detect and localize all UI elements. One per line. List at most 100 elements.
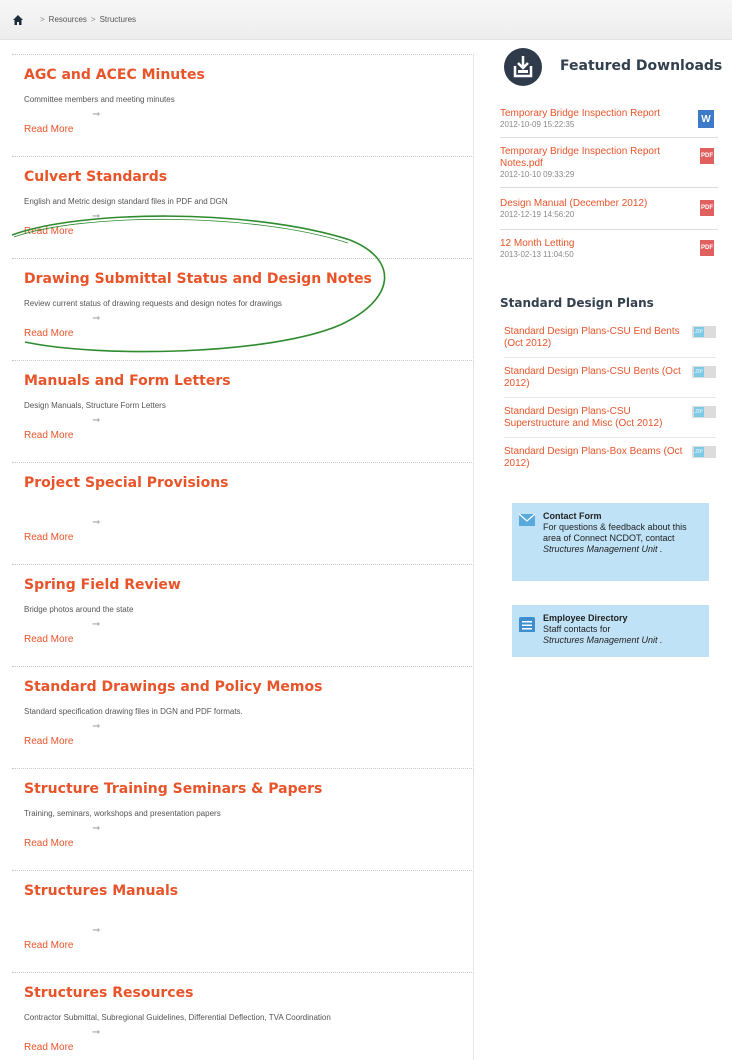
breadcrumb: > Resources > Structures: [0, 0, 732, 40]
download-item: Temporary Bridge Inspection Report Notes…: [500, 146, 718, 188]
word-file-icon: W: [698, 110, 714, 128]
download-link[interactable]: Temporary Bridge Inspection Report Notes…: [500, 146, 680, 170]
list-icon: [519, 617, 535, 632]
item-description: Bridge photos around the state: [24, 605, 134, 614]
arrow-right-icon: ➞: [92, 517, 101, 528]
list-item: Culvert Standards English and Metric des…: [12, 156, 474, 257]
download-date: 2013-02-13 11:04:50: [500, 250, 574, 259]
plan-item: Standard Design Plans-CSU End Bents (Oct…: [504, 326, 716, 358]
plan-link[interactable]: Standard Design Plans-CSU Bents (Oct 201…: [504, 366, 688, 390]
arrow-right-icon: ➞: [92, 415, 101, 426]
breadcrumb-separator: >: [90, 15, 96, 24]
download-link[interactable]: Temporary Bridge Inspection Report: [500, 108, 680, 120]
download-item: 12 Month Letting 2013-02-13 11:04:50 PDF: [500, 238, 718, 266]
envelope-icon: [518, 513, 536, 526]
list-item: AGC and ACEC Minutes Committee members a…: [12, 54, 474, 155]
zip-file-icon: ZIP: [692, 326, 716, 338]
contact-form-box[interactable]: Contact Form For questions & feedback ab…: [512, 503, 709, 581]
plan-item: Standard Design Plans-CSU Bents (Oct 201…: [504, 366, 716, 398]
item-description: Design Manuals, Structure Form Letters: [24, 401, 166, 410]
read-more-link[interactable]: Read More: [24, 328, 73, 339]
item-description: Training, seminars, workshops and presen…: [24, 809, 221, 818]
home-icon[interactable]: [12, 14, 24, 26]
arrow-right-icon: ➞: [92, 823, 101, 834]
employee-directory-title[interactable]: Employee Directory: [543, 613, 628, 623]
zip-badge-label: ZIP: [694, 327, 704, 337]
item-title[interactable]: Manuals and Form Letters: [24, 373, 231, 389]
breadcrumb-separator: >: [40, 15, 45, 24]
breadcrumb-resources[interactable]: Resources: [49, 15, 87, 24]
zip-badge-label: ZIP: [694, 407, 704, 417]
list-item: Structures Manuals ➞ Read More: [12, 870, 474, 971]
item-title[interactable]: Spring Field Review: [24, 577, 181, 593]
pdf-file-icon: PDF: [700, 240, 714, 256]
pdf-file-icon: PDF: [700, 148, 714, 164]
download-item: Temporary Bridge Inspection Report 2012-…: [500, 108, 718, 138]
read-more-link[interactable]: Read More: [24, 430, 73, 441]
item-description: Contractor Submittal, Subregional Guidel…: [24, 1013, 331, 1022]
zip-badge-label: ZIP: [694, 367, 704, 377]
contact-form-text: For questions & feedback about this area…: [543, 522, 703, 555]
download-date: 2012-10-09 15:22:35: [500, 120, 575, 129]
read-more-link[interactable]: Read More: [24, 940, 73, 951]
featured-downloads-header: Featured Downloads: [502, 46, 732, 86]
list-item: Standard Drawings and Policy Memos Stand…: [12, 666, 474, 767]
arrow-right-icon: ➞: [92, 1027, 101, 1038]
read-more-link[interactable]: Read More: [24, 532, 73, 543]
employee-directory-box[interactable]: Employee Directory Staff contacts for St…: [512, 605, 709, 657]
item-title[interactable]: Structures Manuals: [24, 883, 178, 899]
plan-link[interactable]: Standard Design Plans-CSU Superstructure…: [504, 406, 688, 430]
contact-form-title[interactable]: Contact Form: [543, 511, 602, 521]
zip-badge-label: ZIP: [694, 447, 704, 457]
download-link[interactable]: 12 Month Letting: [500, 238, 680, 250]
pdf-file-icon: PDF: [700, 200, 714, 216]
read-more-link[interactable]: Read More: [24, 634, 73, 645]
list-item: Project Special Provisions ➞ Read More: [12, 462, 474, 563]
employee-directory-description: Staff contacts for: [543, 624, 611, 634]
item-description: English and Metric design standard files…: [24, 197, 228, 206]
download-date: 2012-10-10 09:33:29: [500, 170, 575, 179]
read-more-link[interactable]: Read More: [24, 226, 73, 237]
download-icon: [504, 48, 542, 86]
employee-directory-text: Staff contacts for Structures Management…: [543, 624, 703, 646]
arrow-right-icon: ➞: [92, 619, 101, 630]
read-more-link[interactable]: Read More: [24, 1042, 73, 1053]
plan-item: Standard Design Plans-CSU Superstructure…: [504, 406, 716, 438]
arrow-right-icon: ➞: [92, 313, 101, 324]
item-title[interactable]: Culvert Standards: [24, 169, 167, 185]
plan-item: Standard Design Plans-Box Beams (Oct 201…: [504, 446, 716, 478]
zip-file-icon: ZIP: [692, 446, 716, 458]
read-more-link[interactable]: Read More: [24, 124, 73, 135]
item-title[interactable]: Structure Training Seminars & Papers: [24, 781, 322, 797]
standard-design-plans-title: Standard Design Plans: [500, 296, 654, 310]
item-description: Committee members and meeting minutes: [24, 95, 175, 104]
read-more-link[interactable]: Read More: [24, 838, 73, 849]
download-date: 2012-12-19 14:56:20: [500, 210, 575, 219]
featured-downloads-title: Featured Downloads: [560, 58, 723, 74]
download-link[interactable]: Design Manual (December 2012): [500, 198, 680, 210]
list-item: Manuals and Form Letters Design Manuals,…: [12, 360, 474, 461]
contact-form-description: For questions & feedback about this area…: [543, 522, 687, 543]
item-title[interactable]: Structures Resources: [24, 985, 193, 1001]
arrow-right-icon: ➞: [92, 925, 101, 936]
plan-link[interactable]: Standard Design Plans-CSU End Bents (Oct…: [504, 326, 688, 350]
list-item: Drawing Submittal Status and Design Note…: [12, 258, 474, 359]
read-more-link[interactable]: Read More: [24, 736, 73, 747]
download-item: Design Manual (December 2012) 2012-12-19…: [500, 198, 718, 230]
item-description: Standard specification drawing files in …: [24, 707, 243, 716]
zip-file-icon: ZIP: [692, 366, 716, 378]
zip-file-icon: ZIP: [692, 406, 716, 418]
item-title[interactable]: AGC and ACEC Minutes: [24, 67, 205, 83]
item-description: Review current status of drawing request…: [24, 299, 282, 308]
item-title[interactable]: Project Special Provisions: [24, 475, 229, 491]
item-title[interactable]: Drawing Submittal Status and Design Note…: [24, 271, 372, 287]
list-item: Structures Resources Contractor Submitta…: [12, 972, 474, 1060]
contact-form-unit[interactable]: Structures Management Unit .: [543, 544, 663, 554]
plan-link[interactable]: Standard Design Plans-Box Beams (Oct 201…: [504, 446, 688, 470]
employee-directory-unit[interactable]: Structures Management Unit .: [543, 635, 663, 645]
arrow-right-icon: ➞: [92, 211, 101, 222]
list-item: Spring Field Review Bridge photos around…: [12, 564, 474, 665]
breadcrumb-structures: Structures: [99, 15, 137, 24]
item-title[interactable]: Standard Drawings and Policy Memos: [24, 679, 322, 695]
list-item: Structure Training Seminars & Papers Tra…: [12, 768, 474, 869]
